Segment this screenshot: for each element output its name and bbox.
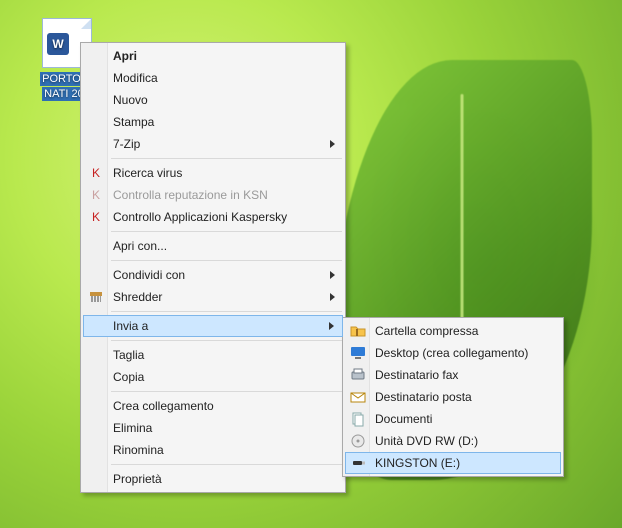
menu-taglia[interactable]: Taglia (83, 344, 343, 366)
submenu-kingston[interactable]: KINGSTON (E:) (345, 452, 561, 474)
menu-7zip-label: 7-Zip (113, 137, 140, 151)
submenu-arrow-icon (330, 293, 335, 301)
submenu-kingston-label: KINGSTON (E:) (375, 456, 460, 470)
submenu-arrow-icon (329, 322, 334, 330)
menu-shredder[interactable]: Shredder (83, 286, 343, 308)
documents-icon (350, 411, 366, 427)
menu-apri[interactable]: Apri (83, 45, 343, 67)
menu-invia-a-label: Invia a (113, 319, 148, 333)
menu-copia[interactable]: Copia (83, 366, 343, 388)
menu-crea-collegamento[interactable]: Crea collegamento (83, 395, 343, 417)
menu-stampa[interactable]: Stampa (83, 111, 343, 133)
shredder-icon (88, 289, 104, 305)
usb-drive-icon (351, 455, 367, 471)
menu-rinomina-label: Rinomina (113, 443, 164, 457)
menu-condividi-con-label: Condividi con (113, 268, 185, 282)
menu-copia-label: Copia (113, 370, 144, 384)
menu-modifica-label: Modifica (113, 71, 158, 85)
submenu-dvdrw[interactable]: Unità DVD RW (D:) (345, 430, 561, 452)
menu-shredder-label: Shredder (113, 290, 162, 304)
menu-nuovo[interactable]: Nuovo (83, 89, 343, 111)
submenu-invia-a: Cartella compressa Desktop (crea collega… (342, 317, 564, 477)
menu-ricerca-virus[interactable]: K Ricerca virus (83, 162, 343, 184)
submenu-fax-label: Destinatario fax (375, 368, 458, 382)
menu-elimina[interactable]: Elimina (83, 417, 343, 439)
dvd-drive-icon (350, 433, 366, 449)
submenu-cartella-compressa[interactable]: Cartella compressa (345, 320, 561, 342)
submenu-posta[interactable]: Destinatario posta (345, 386, 561, 408)
menu-separator (111, 311, 342, 312)
submenu-arrow-icon (330, 140, 335, 148)
menu-nuovo-label: Nuovo (113, 93, 148, 107)
fax-icon (350, 367, 366, 383)
menu-ricerca-virus-label: Ricerca virus (113, 166, 182, 180)
kaspersky-icon: K (88, 209, 104, 225)
submenu-dvdrw-label: Unità DVD RW (D:) (375, 434, 478, 448)
desktop-icon (350, 345, 366, 361)
submenu-documenti[interactable]: Documenti (345, 408, 561, 430)
menu-separator (111, 260, 342, 261)
menu-separator (111, 391, 342, 392)
menu-separator (111, 340, 342, 341)
menu-7zip[interactable]: 7-Zip (83, 133, 343, 155)
context-menu: Apri Modifica Nuovo Stampa 7-Zip K Ricer… (80, 42, 346, 493)
menu-condividi-con[interactable]: Condividi con (83, 264, 343, 286)
menu-crea-collegamento-label: Crea collegamento (113, 399, 214, 413)
submenu-documenti-label: Documenti (375, 412, 432, 426)
desktop-background: W PORTORI NATI 201 Apri Modifica Nuovo S… (0, 0, 622, 528)
menu-stampa-label: Stampa (113, 115, 154, 129)
menu-controlla-ksn: K Controlla reputazione in KSN (83, 184, 343, 206)
menu-proprieta-label: Proprietà (113, 472, 162, 486)
menu-separator (111, 464, 342, 465)
menu-separator (111, 158, 342, 159)
menu-apri-con-label: Apri con... (113, 239, 167, 253)
mail-icon (350, 389, 366, 405)
kaspersky-icon: K (88, 187, 104, 203)
menu-rinomina[interactable]: Rinomina (83, 439, 343, 461)
menu-modifica[interactable]: Modifica (83, 67, 343, 89)
submenu-cartella-compressa-label: Cartella compressa (375, 324, 478, 338)
submenu-desktop-link-label: Desktop (crea collegamento) (375, 346, 528, 360)
menu-controllo-app[interactable]: K Controllo Applicazioni Kaspersky (83, 206, 343, 228)
submenu-posta-label: Destinatario posta (375, 390, 472, 404)
submenu-arrow-icon (330, 271, 335, 279)
menu-controlla-ksn-label: Controlla reputazione in KSN (113, 188, 268, 202)
menu-proprieta[interactable]: Proprietà (83, 468, 343, 490)
menu-apri-label: Apri (113, 49, 137, 63)
menu-invia-a[interactable]: Invia a (83, 315, 343, 337)
menu-apri-con[interactable]: Apri con... (83, 235, 343, 257)
menu-controllo-app-label: Controllo Applicazioni Kaspersky (113, 210, 287, 224)
word-glyph: W (47, 33, 69, 55)
submenu-fax[interactable]: Destinatario fax (345, 364, 561, 386)
menu-separator (111, 231, 342, 232)
menu-taglia-label: Taglia (113, 348, 144, 362)
zip-folder-icon (350, 323, 366, 339)
submenu-desktop-link[interactable]: Desktop (crea collegamento) (345, 342, 561, 364)
kaspersky-icon: K (88, 165, 104, 181)
menu-elimina-label: Elimina (113, 421, 152, 435)
